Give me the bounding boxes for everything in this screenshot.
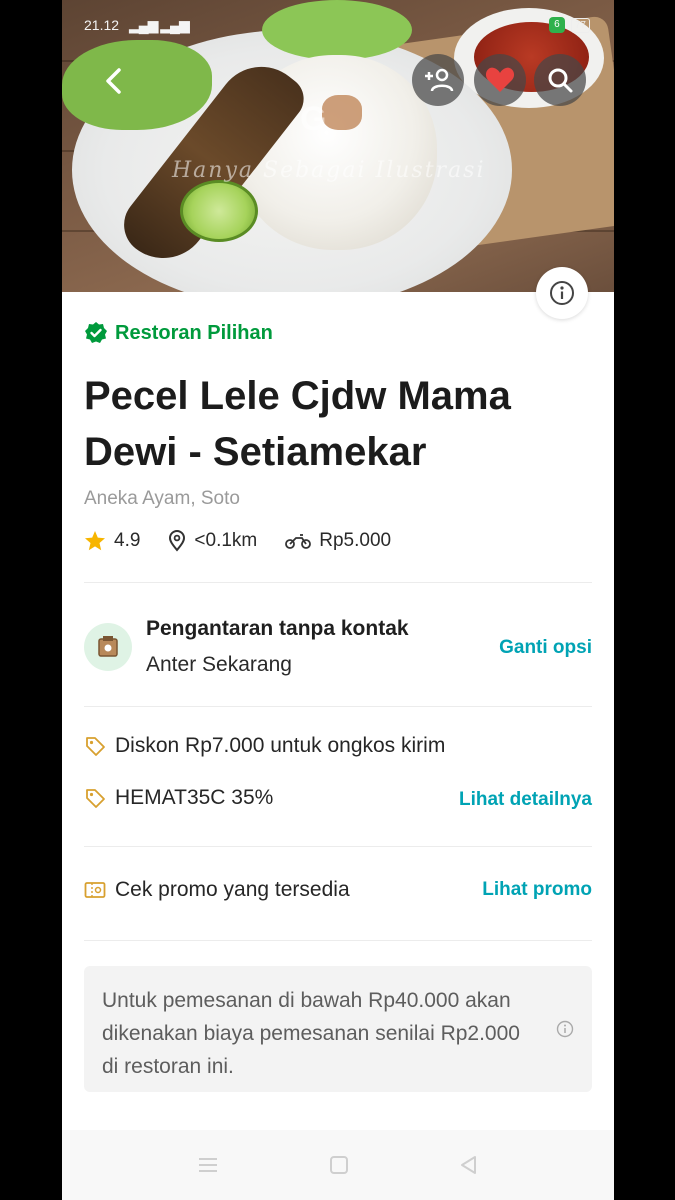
info-button[interactable]: [536, 267, 588, 319]
tag-icon: [86, 737, 105, 756]
promo-text: HEMAT35C 35%: [115, 786, 274, 809]
phone-screen: G Hanya Sebagai Ilustrasi 21.12 ▂▄▆ ▂▄▆ …: [62, 0, 614, 1200]
location-pin-icon: [169, 530, 186, 552]
check-promo-row[interactable]: Cek promo yang tersedia: [84, 878, 350, 902]
fee-notice: Untuk pemesanan di bawah Rp40.000 akan d…: [84, 966, 592, 1092]
add-group-icon: [425, 68, 454, 92]
view-promo-link[interactable]: Lihat promo: [482, 879, 592, 901]
chevron-left-icon: [106, 68, 121, 94]
watermark-logo: G: [300, 100, 327, 138]
change-option-link[interactable]: Ganti opsi: [499, 637, 592, 659]
promo-item: HEMAT35C 35%: [84, 786, 273, 810]
lettuce: [62, 40, 212, 130]
distance: <0.1km: [168, 530, 257, 552]
delivery-fee-value: Rp5.000: [319, 530, 392, 551]
menu-icon[interactable]: [197, 1156, 219, 1174]
cuisine-tags: Aneka Ayam, Soto: [84, 488, 240, 509]
status-time: 21.12 ▂▄▆ ▂▄▆: [84, 17, 190, 33]
check-promo-text: Cek promo yang tersedia: [115, 878, 350, 901]
favorite-button[interactable]: [474, 54, 526, 106]
watermark-text: Hanya Sebagai Ilustrasi: [172, 158, 486, 183]
heart-icon: [485, 67, 515, 92]
promo-text: Diskon Rp7.000 untuk ongkos kirim: [115, 734, 446, 757]
motorbike-icon: [285, 534, 312, 549]
promo-item: Diskon Rp7.000 untuk ongkos kirim: [84, 734, 445, 758]
tag-icon: [86, 789, 105, 808]
group-order-button[interactable]: [412, 54, 464, 106]
star-icon: [85, 531, 105, 551]
restaurant-meta: 4.9 <0.1km Rp5.000: [84, 530, 419, 552]
distance-value: <0.1km: [194, 530, 258, 551]
shield-icon: 6: [548, 17, 565, 33]
voucher-icon: [84, 882, 106, 898]
signal-icon: ▂▄▆ ▂▄▆: [128, 17, 190, 33]
status-right: 6 77: [548, 17, 590, 33]
badge-label: Restoran Pilihan: [115, 321, 273, 344]
verified-badge-icon: [85, 322, 107, 343]
info-icon: [550, 281, 574, 305]
rating: 4.9: [84, 530, 140, 552]
divider: [84, 846, 592, 847]
fee-notice-text: Untuk pemesanan di bawah Rp40.000 akan d…: [102, 989, 520, 1078]
home-icon[interactable]: [329, 1155, 349, 1175]
divider: [84, 582, 592, 583]
divider: [84, 940, 592, 941]
contactless-delivery-icon: [84, 623, 132, 671]
search-icon: [548, 68, 573, 93]
delivery-option-subtitle: Anter Sekarang: [146, 653, 292, 676]
back-button[interactable]: [98, 64, 132, 98]
rating-value: 4.9: [114, 530, 141, 551]
featured-badge: Restoran Pilihan: [84, 321, 273, 345]
restaurant-hero-image: G Hanya Sebagai Ilustrasi 21.12 ▂▄▆ ▂▄▆ …: [62, 0, 614, 292]
restaurant-name: Pecel Lele Cjdw Mama Dewi - Setiamekar: [84, 374, 511, 474]
delivery-fee: Rp5.000: [285, 530, 391, 552]
divider: [84, 706, 592, 707]
battery-icon: 77: [570, 17, 590, 33]
lettuce: [262, 0, 412, 60]
package-icon: [98, 636, 118, 657]
info-icon[interactable]: [556, 1020, 574, 1038]
system-navigation-bar: [62, 1130, 614, 1200]
search-button[interactable]: [534, 54, 586, 106]
lime-slice: [180, 180, 258, 242]
back-triangle-icon[interactable]: [459, 1155, 479, 1175]
view-details-link[interactable]: Lihat detailnya: [459, 789, 592, 811]
delivery-option-title: Pengantaran tanpa kontak: [146, 617, 409, 640]
